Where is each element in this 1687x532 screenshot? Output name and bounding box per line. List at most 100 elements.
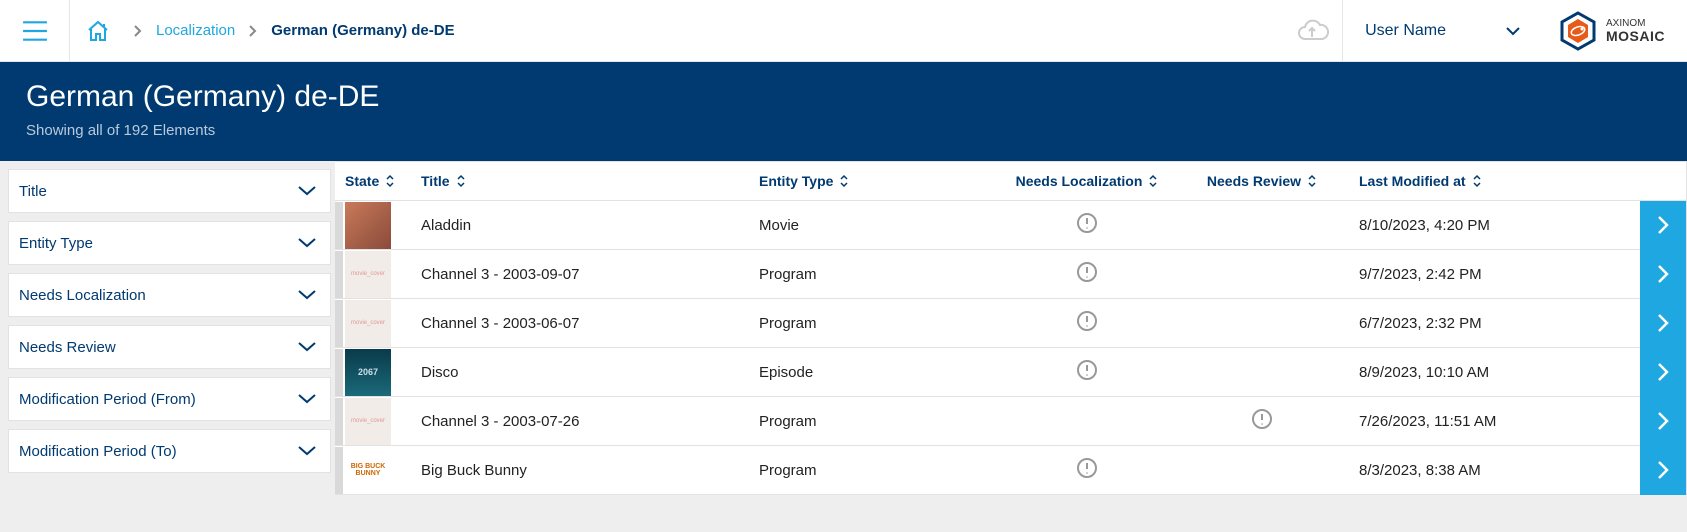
user-name-label: User Name <box>1365 22 1446 40</box>
sort-icon <box>1472 174 1482 188</box>
sort-icon <box>1148 174 1158 188</box>
table-header: State Title Entity Type Needs Localizati… <box>335 161 1687 201</box>
cell-last-modified: 7/26/2023, 11:51 AM <box>1349 413 1521 430</box>
user-menu[interactable]: User Name <box>1342 0 1548 62</box>
chevron-down-icon <box>1506 26 1520 36</box>
warning-icon <box>1076 212 1098 238</box>
cell-last-modified: 8/9/2023, 10:10 AM <box>1349 364 1521 381</box>
chevron-down-icon <box>298 186 316 196</box>
col-needs-review[interactable]: Needs Review <box>1175 173 1349 189</box>
cell-title: Channel 3 - 2003-09-07 <box>411 266 749 283</box>
thumbnail: movie_cover <box>345 251 391 298</box>
open-button[interactable] <box>1640 201 1686 250</box>
col-title[interactable]: Title <box>411 173 749 189</box>
col-last-modified[interactable]: Last Modified at <box>1349 173 1521 189</box>
breadcrumb-current: German (Germany) de-DE <box>271 22 454 39</box>
open-button[interactable] <box>1640 446 1686 495</box>
brand-main-label: MOSAIC <box>1606 29 1665 43</box>
filter-title[interactable]: Title <box>8 169 331 213</box>
filter-label: Modification Period (To) <box>19 443 177 460</box>
open-button[interactable] <box>1640 397 1686 446</box>
cell-last-modified: 9/7/2023, 2:42 PM <box>1349 266 1521 283</box>
menu-icon[interactable] <box>0 0 70 62</box>
filter-label: Needs Review <box>19 339 116 356</box>
cell-needs-localization <box>999 212 1175 238</box>
warning-icon <box>1251 408 1273 434</box>
chevron-down-icon <box>298 342 316 352</box>
cell-needs-localization <box>999 310 1175 336</box>
content-area: State Title Entity Type Needs Localizati… <box>335 161 1687 532</box>
cell-needs-localization <box>999 457 1175 483</box>
breadcrumb-localization[interactable]: Localization <box>156 22 235 39</box>
table-row[interactable]: movie_coverChannel 3 - 2003-06-07Program… <box>335 299 1687 348</box>
table-row[interactable]: AladdinMovie 8/10/2023, 4:20 PM <box>335 201 1687 250</box>
cloud-upload-icon[interactable] <box>1282 19 1342 43</box>
table-row[interactable]: movie_cover Channel 3 - 2003-07-26Program… <box>335 397 1687 446</box>
cell-entity-type: Program <box>749 462 999 479</box>
filter-needs-review[interactable]: Needs Review <box>8 325 331 369</box>
col-entity-type[interactable]: Entity Type <box>749 173 999 189</box>
sort-icon <box>456 174 466 188</box>
thumbnail <box>345 202 391 249</box>
filter-needs-localization[interactable]: Needs Localization <box>8 273 331 317</box>
cell-state: movie_cover <box>335 251 411 298</box>
table-row[interactable]: BIG BUCK BUNNYBig Buck BunnyProgram 8/3/2… <box>335 446 1687 495</box>
chevron-down-icon <box>298 238 316 248</box>
sort-icon <box>385 174 395 188</box>
thumbnail: movie_cover <box>345 398 391 445</box>
cell-last-modified: 8/10/2023, 4:20 PM <box>1349 217 1521 234</box>
filter-label: Title <box>19 183 47 200</box>
chevron-right-icon <box>134 25 142 37</box>
state-indicator <box>335 349 343 396</box>
filter-sidebar: Title Entity Type Needs Localization Nee… <box>0 161 335 532</box>
cell-needs-review <box>1175 408 1349 434</box>
state-indicator <box>335 398 343 445</box>
cell-title: Big Buck Bunny <box>411 462 749 479</box>
cell-title: Channel 3 - 2003-07-26 <box>411 413 749 430</box>
state-indicator <box>335 202 343 249</box>
sort-icon <box>1307 174 1317 188</box>
cell-entity-type: Episode <box>749 364 999 381</box>
open-button[interactable] <box>1640 299 1686 348</box>
cell-entity-type: Program <box>749 413 999 430</box>
chevron-down-icon <box>298 394 316 404</box>
state-indicator <box>335 447 343 494</box>
open-button[interactable] <box>1640 348 1686 397</box>
warning-icon <box>1076 261 1098 287</box>
cell-title: Aladdin <box>411 217 749 234</box>
cell-needs-localization <box>999 261 1175 287</box>
cell-state: BIG BUCK BUNNY <box>335 447 411 494</box>
cell-last-modified: 6/7/2023, 2:32 PM <box>1349 315 1521 332</box>
col-state[interactable]: State <box>335 173 411 189</box>
page-title: German (Germany) de-DE <box>26 80 1661 114</box>
chevron-down-icon <box>298 290 316 300</box>
open-button[interactable] <box>1640 250 1686 299</box>
cell-state: 2067 <box>335 349 411 396</box>
cell-entity-type: Movie <box>749 217 999 234</box>
home-icon[interactable] <box>70 20 126 42</box>
top-bar: Localization German (Germany) de-DE User… <box>0 0 1687 62</box>
cell-title: Channel 3 - 2003-06-07 <box>411 315 749 332</box>
warning-icon <box>1076 359 1098 385</box>
cell-entity-type: Program <box>749 315 999 332</box>
warning-icon <box>1076 457 1098 483</box>
chevron-right-icon <box>249 25 257 37</box>
filter-label: Modification Period (From) <box>19 391 196 408</box>
page-body: Title Entity Type Needs Localization Nee… <box>0 161 1687 532</box>
col-needs-localization[interactable]: Needs Localization <box>999 173 1175 189</box>
filter-entity-type[interactable]: Entity Type <box>8 221 331 265</box>
cell-entity-type: Program <box>749 266 999 283</box>
cell-state: movie_cover <box>335 398 411 445</box>
filter-mod-to[interactable]: Modification Period (To) <box>8 429 331 473</box>
cell-last-modified: 8/3/2023, 8:38 AM <box>1349 462 1521 479</box>
page-subtitle: Showing all of 192 Elements <box>26 122 1661 139</box>
table-row[interactable]: 2067DiscoEpisode8/9/2023, 10:10 AM <box>335 348 1687 397</box>
thumbnail: 2067 <box>345 349 391 396</box>
brand-top-label: AXINOM <box>1606 19 1665 29</box>
cell-needs-localization <box>999 359 1175 385</box>
chevron-down-icon <box>298 446 316 456</box>
table-row[interactable]: movie_cover Channel 3 - 2003-09-07Program… <box>335 250 1687 299</box>
table-body: AladdinMovie 8/10/2023, 4:20 PM movie_cove… <box>335 201 1687 495</box>
filter-label: Entity Type <box>19 235 93 252</box>
filter-mod-from[interactable]: Modification Period (From) <box>8 377 331 421</box>
